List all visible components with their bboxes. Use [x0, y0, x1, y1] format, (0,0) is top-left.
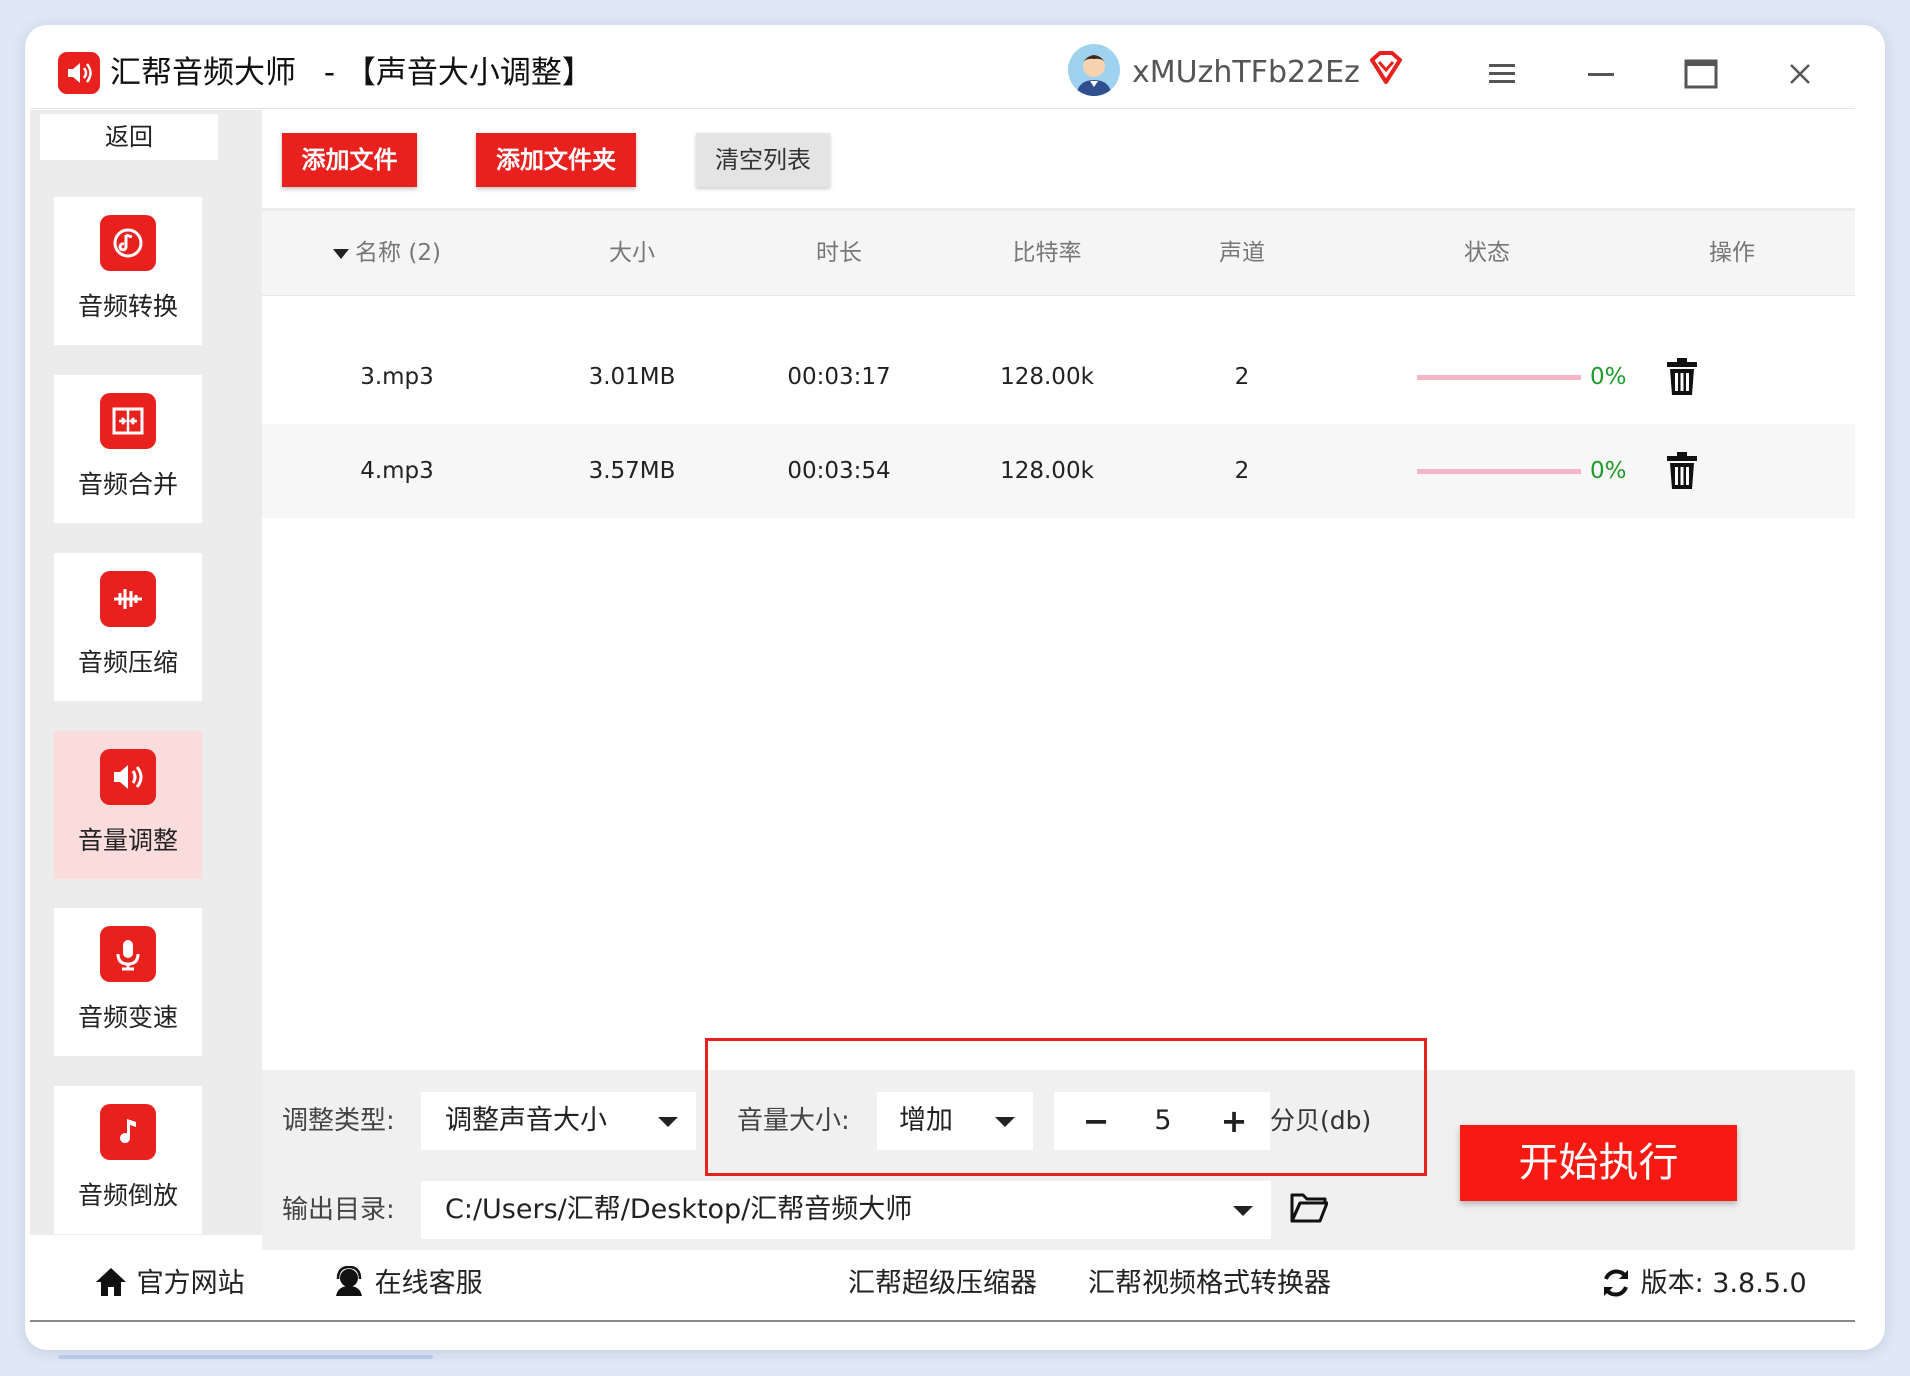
title-divider	[30, 108, 1855, 109]
sidebar-item-label: 音频转换	[77, 292, 178, 321]
sidebar-item-audio-merge[interactable]: 音频合并	[54, 375, 202, 523]
sidebar-item-label: 音量调整	[77, 826, 178, 855]
audio-compress-icon	[100, 571, 156, 627]
app-name: 汇帮音频大师	[110, 55, 296, 91]
file-size: 3.01MB	[588, 364, 676, 390]
column-header-bitrate: 比特率	[1012, 240, 1082, 266]
file-bitrate: 128.00k	[1000, 364, 1094, 390]
adjust-type-label: 调整类型:	[282, 1106, 395, 1136]
clear-list-button[interactable]: 清空列表	[696, 133, 830, 187]
table-row[interactable]: 4.mp3 3.57MB 00:03:54 128.00k 2 0%	[262, 424, 1855, 518]
horizontal-scrollbar[interactable]	[58, 1355, 433, 1359]
file-size: 3.57MB	[588, 458, 676, 484]
version-info[interactable]: 版本: 3.8.5.0	[1600, 1262, 1807, 1306]
window-title: 汇帮音频大师 - 【声音大小调整】	[110, 50, 593, 96]
audio-reverse-icon	[100, 1104, 156, 1160]
column-header-duration: 时长	[816, 240, 862, 266]
menu-icon[interactable]	[1481, 52, 1525, 96]
progress-bar	[1417, 375, 1581, 380]
progress-bar	[1417, 469, 1581, 474]
app-logo-icon	[58, 52, 100, 94]
file-name: 3.mp3	[360, 364, 434, 390]
column-header-channels: 声道	[1219, 240, 1265, 266]
table-row[interactable]: 3.mp3 3.01MB 00:03:17 128.00k 2 0%	[262, 330, 1855, 424]
video-converter-link[interactable]: 汇帮视频格式转换器	[1088, 1262, 1331, 1306]
sidebar-item-label: 音频变速	[77, 1003, 178, 1032]
sidebar-item-audio-speed[interactable]: 音频变速	[54, 908, 202, 1056]
compressor-link[interactable]: 汇帮超级压缩器	[848, 1262, 1037, 1306]
vip-diamond-icon[interactable]	[1366, 48, 1406, 92]
volume-highlight-box	[705, 1038, 1427, 1176]
progress-percent: 0%	[1590, 364, 1627, 390]
trash-icon[interactable]	[1667, 358, 1697, 400]
column-header-size: 大小	[609, 240, 655, 266]
user-avatar[interactable]	[1068, 44, 1120, 96]
support-icon	[336, 1265, 362, 1296]
file-name: 4.mp3	[360, 458, 434, 484]
column-header-name[interactable]: 名称 (2)	[322, 211, 452, 295]
sidebar-item-audio-convert[interactable]: 音频转换	[54, 197, 202, 345]
refresh-icon	[1604, 1269, 1628, 1297]
trash-icon[interactable]	[1667, 452, 1697, 494]
audio-speed-icon	[100, 926, 156, 982]
close-icon[interactable]	[1778, 52, 1822, 96]
adjust-type-value: 调整声音大小	[445, 1105, 607, 1136]
volume-adjust-icon	[100, 749, 156, 805]
official-website-link[interactable]: 官方网站	[94, 1262, 245, 1306]
add-file-button[interactable]: 添加文件	[282, 133, 417, 187]
online-support-link[interactable]: 在线客服	[332, 1262, 483, 1306]
audio-convert-icon	[100, 215, 156, 271]
file-table-header: 名称 (2) 大小 时长 比特率 声道 状态 操作	[262, 211, 1855, 296]
file-channels: 2	[1234, 458, 1250, 484]
title-suffix: - 【声音大小调整】	[323, 55, 593, 91]
column-header-actions: 操作	[1709, 240, 1755, 266]
output-dir-value: C:/Users/汇帮/Desktop/汇帮音频大师	[445, 1194, 913, 1225]
minimize-icon[interactable]	[1580, 52, 1624, 96]
sidebar-item-label: 音频合并	[77, 470, 178, 499]
maximize-icon[interactable]	[1679, 52, 1723, 96]
audio-merge-icon	[100, 393, 156, 449]
file-duration: 00:03:54	[787, 458, 891, 484]
chevron-down-icon	[1233, 1206, 1253, 1216]
column-header-status: 状态	[1464, 240, 1510, 266]
file-duration: 00:03:17	[787, 364, 891, 390]
sidebar-item-audio-compress[interactable]: 音频压缩	[54, 553, 202, 701]
add-folder-button[interactable]: 添加文件夹	[476, 133, 636, 187]
chevron-down-icon	[658, 1117, 678, 1127]
start-button[interactable]: 开始执行	[1460, 1125, 1737, 1201]
sidebar-item-label: 音频压缩	[77, 648, 178, 677]
output-dir-label: 输出目录:	[282, 1195, 395, 1225]
sort-caret-icon	[333, 248, 350, 259]
adjust-type-select[interactable]: 调整声音大小	[421, 1092, 696, 1150]
sidebar-item-volume-adjust[interactable]: 音量调整	[54, 731, 202, 879]
progress-percent: 0%	[1590, 458, 1627, 484]
home-icon	[96, 1268, 126, 1296]
sidebar-item-audio-reverse[interactable]: 音频倒放	[54, 1086, 202, 1234]
username-label[interactable]: xMUzhTFb22Ez	[1132, 50, 1360, 96]
output-dir-select[interactable]: C:/Users/汇帮/Desktop/汇帮音频大师	[421, 1181, 1271, 1239]
folder-open-icon[interactable]	[1290, 1191, 1329, 1227]
back-button[interactable]: 返回	[40, 114, 218, 160]
sidebar-item-label: 音频倒放	[77, 1181, 178, 1210]
file-bitrate: 128.00k	[1000, 458, 1094, 484]
file-channels: 2	[1234, 364, 1250, 390]
